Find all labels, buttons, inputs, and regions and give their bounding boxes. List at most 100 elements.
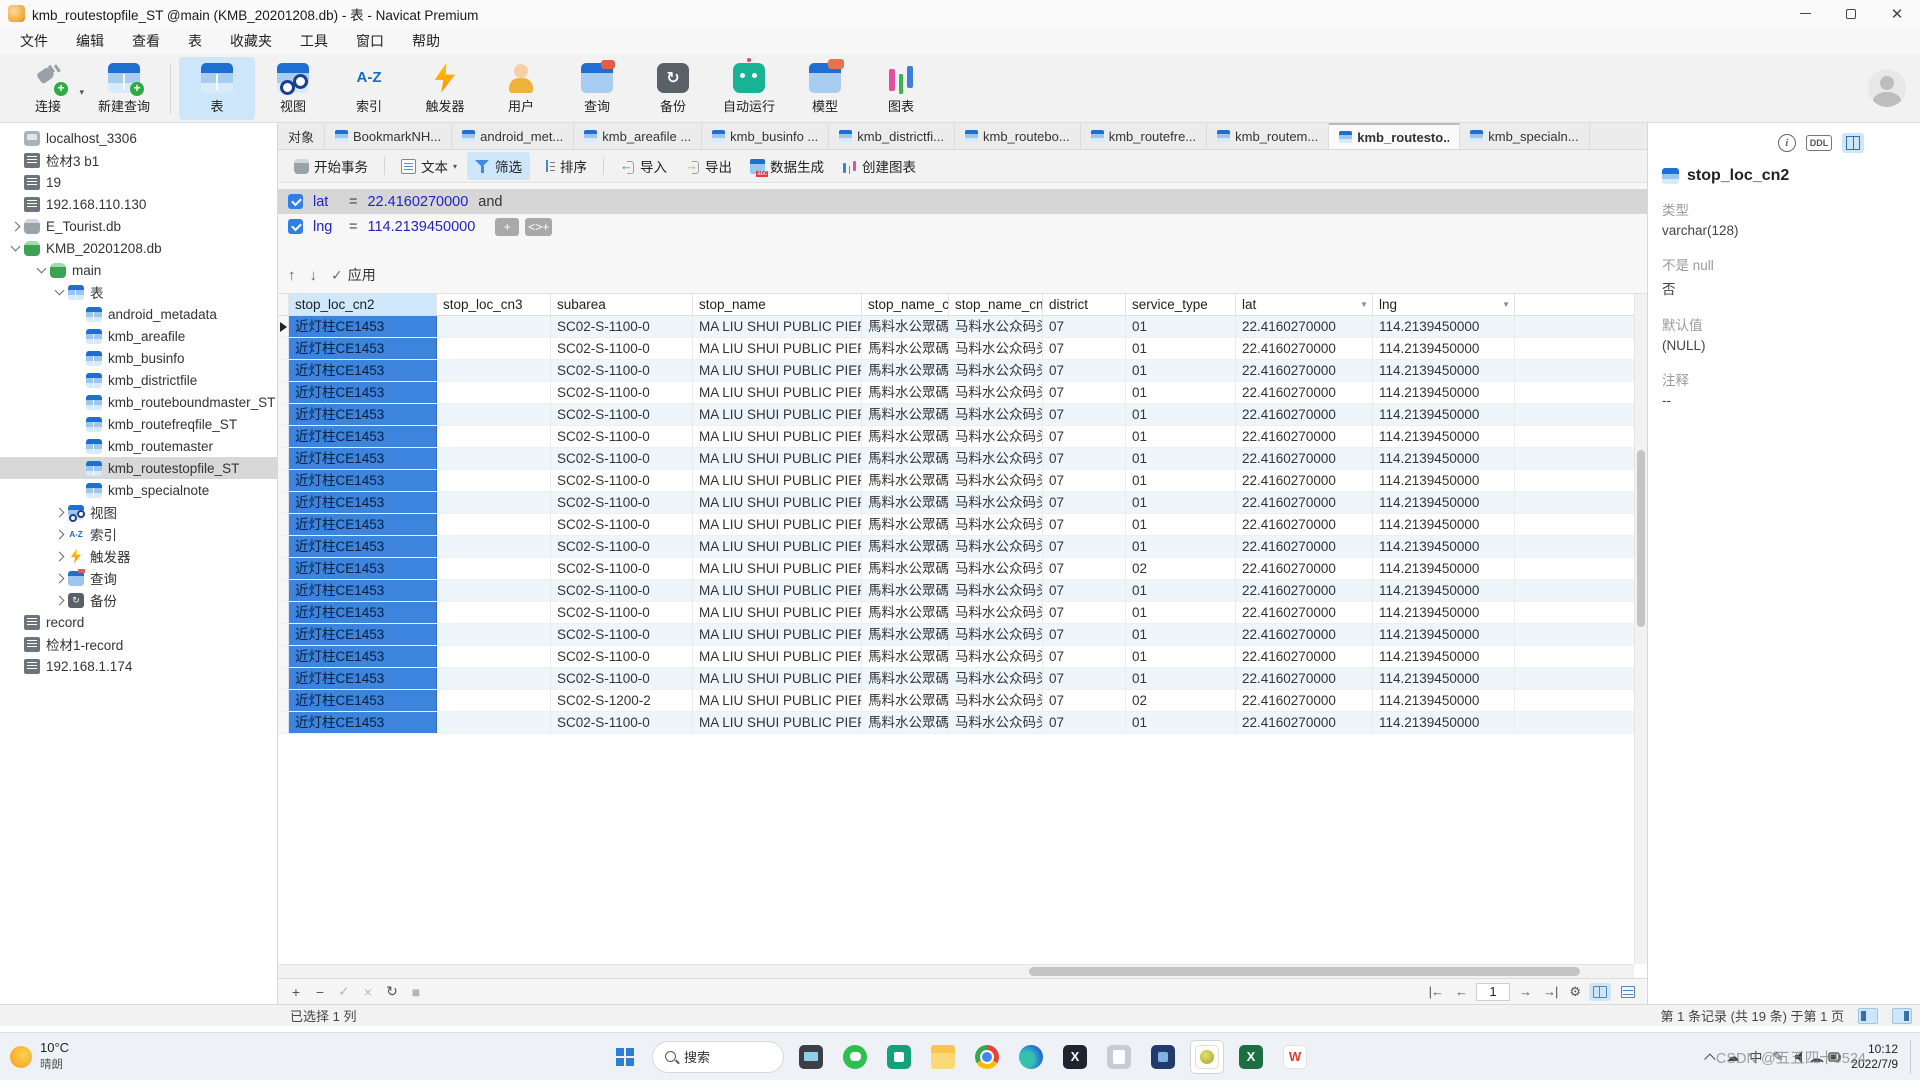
tree-item[interactable]: main bbox=[0, 259, 277, 281]
start-button[interactable] bbox=[608, 1040, 642, 1074]
cell-stop-loc-cn3[interactable] bbox=[437, 624, 551, 645]
column-header[interactable]: service_type bbox=[1126, 294, 1236, 315]
table-row[interactable]: 近灯柱CE1453 SC02-S-1100-0 MA LIU SHUI PUBL… bbox=[278, 492, 1634, 514]
cell-stop-loc-cn2[interactable]: 近灯柱CE1453 bbox=[289, 514, 437, 535]
cell-stop-name[interactable]: MA LIU SHUI PUBLIC PIER bbox=[693, 712, 862, 733]
taskbar-app[interactable] bbox=[838, 1040, 872, 1074]
tree-item[interactable]: kmb_routemaster bbox=[0, 435, 277, 457]
cell-subarea[interactable]: SC02-S-1100-0 bbox=[551, 668, 693, 689]
cell-stop-name-c[interactable]: 馬料水公眾碼頭 bbox=[862, 514, 949, 535]
column-header[interactable]: stop_name_cn bbox=[949, 294, 1043, 315]
cell-subarea[interactable]: SC02-S-1100-0 bbox=[551, 492, 693, 513]
cell-district[interactable]: 07 bbox=[1043, 646, 1126, 667]
cell-service-type[interactable]: 01 bbox=[1126, 624, 1236, 645]
cell-lat[interactable]: 22.4160270000 bbox=[1236, 448, 1373, 469]
vertical-scrollbar[interactable] bbox=[1634, 294, 1647, 964]
move-down-icon[interactable] bbox=[310, 267, 318, 284]
toolbar-table[interactable]: 表 bbox=[179, 57, 255, 120]
toolbar-model[interactable]: 模型 bbox=[787, 57, 863, 120]
menu-item[interactable]: 收藏夹 bbox=[216, 27, 286, 55]
cell-service-type[interactable]: 01 bbox=[1126, 536, 1236, 557]
cell-stop-name[interactable]: MA LIU SHUI PUBLIC PIER bbox=[693, 624, 862, 645]
add-group-button[interactable]: <>+ bbox=[525, 218, 552, 236]
cell-lng[interactable]: 114.2139450000 bbox=[1373, 668, 1515, 689]
cell-stop-loc-cn2[interactable]: 近灯柱CE1453 bbox=[289, 690, 437, 711]
tree-expander-icon[interactable] bbox=[50, 553, 68, 560]
column-header[interactable]: lng bbox=[1373, 294, 1515, 315]
document-tab[interactable]: android_met... bbox=[452, 123, 574, 149]
checkbox-checked-icon[interactable] bbox=[288, 194, 303, 209]
tree-item[interactable]: localhost_3306 bbox=[0, 127, 277, 149]
taskbar-app[interactable]: X bbox=[1058, 1040, 1092, 1074]
toolbar-automation[interactable]: 自动运行 bbox=[711, 57, 787, 120]
tree-item[interactable]: android_metadata bbox=[0, 303, 277, 325]
toolbar-user[interactable]: 用户 bbox=[483, 57, 559, 120]
cell-subarea[interactable]: SC02-S-1100-0 bbox=[551, 360, 693, 381]
first-page-icon[interactable]: |← bbox=[1426, 984, 1446, 999]
table-row[interactable]: 近灯柱CE1453 SC02-S-1100-0 MA LIU SHUI PUBL… bbox=[278, 404, 1634, 426]
text-mode-button[interactable]: 文本▾ bbox=[393, 152, 465, 180]
cell-district[interactable]: 07 bbox=[1043, 360, 1126, 381]
table-row[interactable]: 近灯柱CE1453 SC02-S-1100-0 MA LIU SHUI PUBL… bbox=[278, 558, 1634, 580]
cell-stop-name[interactable]: MA LIU SHUI PUBLIC PIER bbox=[693, 338, 862, 359]
horizontal-scrollbar[interactable] bbox=[278, 964, 1634, 978]
cell-service-type[interactable]: 01 bbox=[1126, 602, 1236, 623]
toolbar-chart[interactable]: 图表 bbox=[863, 57, 939, 120]
menu-item[interactable]: 表 bbox=[174, 27, 216, 55]
cell-district[interactable]: 07 bbox=[1043, 404, 1126, 425]
table-row[interactable]: 近灯柱CE1453 SC02-S-1100-0 MA LIU SHUI PUBL… bbox=[278, 470, 1634, 492]
cell-stop-name-cn[interactable]: 马料水公众码头 bbox=[949, 316, 1043, 337]
cell-lng[interactable]: 114.2139450000 bbox=[1373, 580, 1515, 601]
cell-service-type[interactable]: 01 bbox=[1126, 448, 1236, 469]
cell-stop-name[interactable]: MA LIU SHUI PUBLIC PIER bbox=[693, 492, 862, 513]
cell-district[interactable]: 07 bbox=[1043, 316, 1126, 337]
cell-district[interactable]: 07 bbox=[1043, 382, 1126, 403]
cell-district[interactable]: 07 bbox=[1043, 712, 1126, 733]
cell-lat[interactable]: 22.4160270000 bbox=[1236, 602, 1373, 623]
toolbar-index[interactable]: A-Z 索引 bbox=[331, 57, 407, 120]
grid-info-icon[interactable] bbox=[1842, 133, 1864, 153]
cell-service-type[interactable]: 01 bbox=[1126, 470, 1236, 491]
cell-stop-name-c[interactable]: 馬料水公眾碼頭 bbox=[862, 712, 949, 733]
cell-service-type[interactable]: 01 bbox=[1126, 338, 1236, 359]
table-row[interactable]: 近灯柱CE1453 SC02-S-1100-0 MA LIU SHUI PUBL… bbox=[278, 316, 1634, 338]
cell-service-type[interactable]: 01 bbox=[1126, 580, 1236, 601]
cell-lat[interactable]: 22.4160270000 bbox=[1236, 470, 1373, 491]
cell-stop-name[interactable]: MA LIU SHUI PUBLIC PIER bbox=[693, 426, 862, 447]
cell-stop-loc-cn3[interactable] bbox=[437, 580, 551, 601]
tree-expander-icon[interactable] bbox=[50, 531, 68, 538]
filter-condition-row[interactable]: lat = 22.4160270000 and + <>+ bbox=[278, 189, 1647, 214]
cell-stop-name[interactable]: MA LIU SHUI PUBLIC PIER bbox=[693, 668, 862, 689]
cell-stop-loc-cn2[interactable]: 近灯柱CE1453 bbox=[289, 382, 437, 403]
cell-stop-loc-cn2[interactable]: 近灯柱CE1453 bbox=[289, 338, 437, 359]
tree-expander-icon[interactable] bbox=[50, 575, 68, 582]
column-header[interactable]: stop_name_c bbox=[862, 294, 949, 315]
cell-stop-name-cn[interactable]: 马料水公众码头 bbox=[949, 514, 1043, 535]
table-row[interactable]: 近灯柱CE1453 SC02-S-1100-0 MA LIU SHUI PUBL… bbox=[278, 448, 1634, 470]
toolbar-backup[interactable]: ↻ 备份 bbox=[635, 57, 711, 120]
scrollbar-thumb[interactable] bbox=[1637, 450, 1645, 627]
cell-stop-loc-cn3[interactable] bbox=[437, 382, 551, 403]
column-header[interactable]: lat bbox=[1236, 294, 1373, 315]
cell-subarea[interactable]: SC02-S-1100-0 bbox=[551, 624, 693, 645]
column-header[interactable]: stop_name bbox=[693, 294, 862, 315]
cell-stop-loc-cn3[interactable] bbox=[437, 360, 551, 381]
cell-stop-name-c[interactable]: 馬料水公眾碼頭 bbox=[862, 426, 949, 447]
filter-operator[interactable]: = bbox=[349, 219, 357, 235]
tree-expander-icon[interactable] bbox=[6, 223, 24, 230]
toggle-left-panel-icon[interactable] bbox=[1858, 1008, 1878, 1024]
cell-lng[interactable]: 114.2139450000 bbox=[1373, 646, 1515, 667]
cell-lat[interactable]: 22.4160270000 bbox=[1236, 382, 1373, 403]
ddl-icon[interactable]: DDL bbox=[1806, 135, 1833, 151]
cell-lat[interactable]: 22.4160270000 bbox=[1236, 514, 1373, 535]
cell-stop-loc-cn3[interactable] bbox=[437, 514, 551, 535]
tree-item[interactable]: 检材3 b1 bbox=[0, 149, 277, 171]
menu-item[interactable]: 编辑 bbox=[62, 27, 118, 55]
cell-subarea[interactable]: SC02-S-1100-0 bbox=[551, 448, 693, 469]
cell-stop-loc-cn2[interactable]: 近灯柱CE1453 bbox=[289, 448, 437, 469]
cell-lng[interactable]: 114.2139450000 bbox=[1373, 316, 1515, 337]
cell-stop-name-c[interactable]: 馬料水公眾碼頭 bbox=[862, 580, 949, 601]
cell-service-type[interactable]: 01 bbox=[1126, 382, 1236, 403]
cell-district[interactable]: 07 bbox=[1043, 624, 1126, 645]
tree-item[interactable]: 表 bbox=[0, 281, 277, 303]
